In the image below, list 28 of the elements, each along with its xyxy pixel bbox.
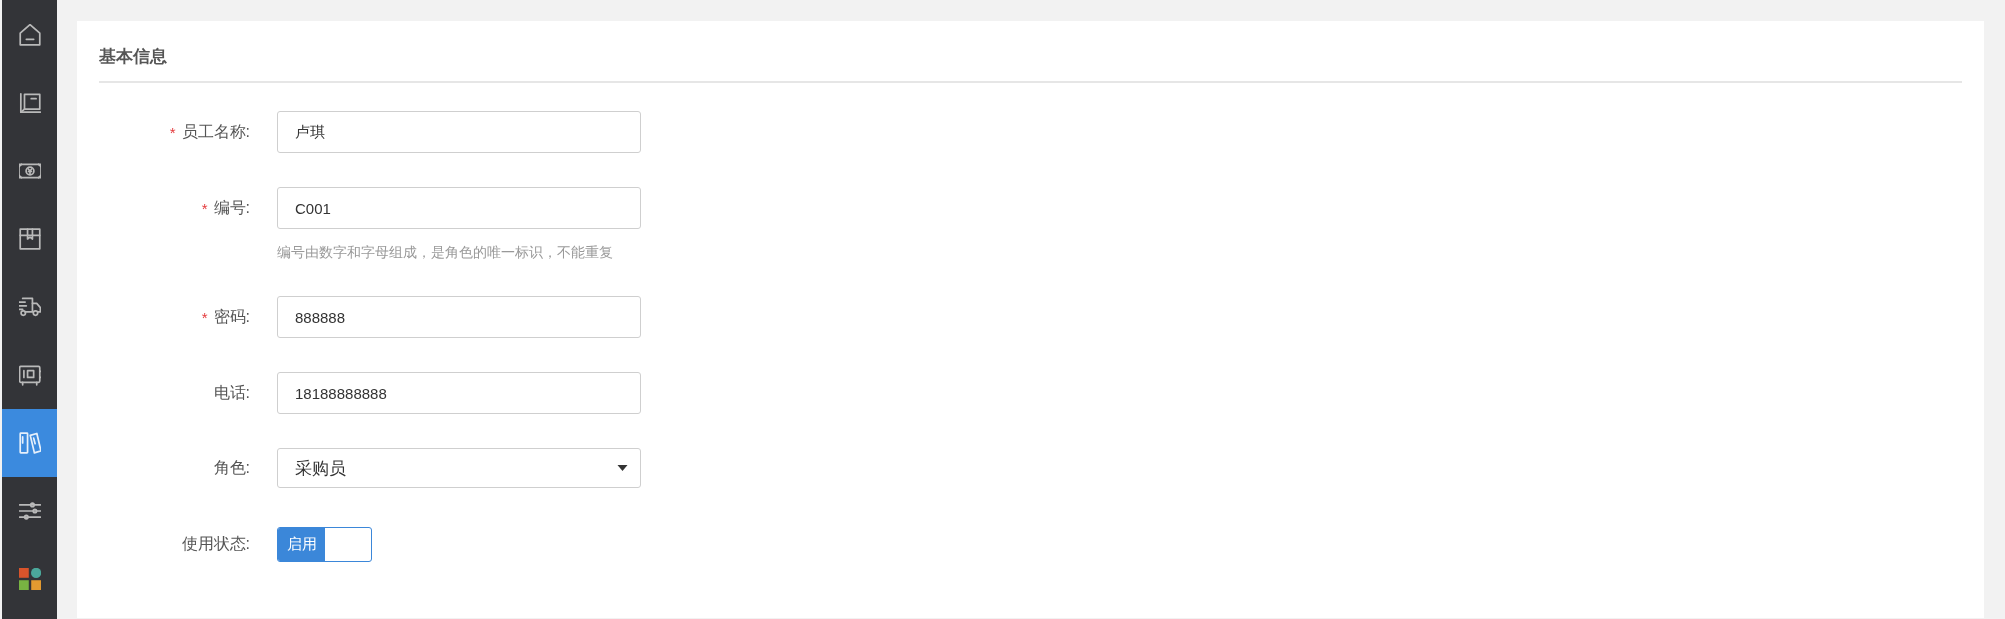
field-label: 密码: xyxy=(213,306,250,327)
truck-icon xyxy=(18,296,41,318)
text-field[interactable]: 18188888888 xyxy=(277,372,641,414)
house-icon xyxy=(18,24,41,46)
role-select[interactable]: 采购员 xyxy=(277,448,641,488)
required-asterisk: * xyxy=(201,199,208,217)
sidebar-item[interactable] xyxy=(2,409,57,477)
text-field[interactable]: 888888 xyxy=(277,296,641,338)
required-asterisk: * xyxy=(169,123,176,141)
text-field[interactable]: 卢琪 xyxy=(277,111,641,153)
box-icon xyxy=(18,228,41,250)
field-label: 编号: xyxy=(213,197,250,218)
sliders-icon xyxy=(18,500,41,522)
text-field[interactable]: C001 xyxy=(277,187,641,229)
help-text: 编号由数字和字母组成，是角色的唯一标识，不能重复 xyxy=(277,243,614,262)
field-label: 使用状态: xyxy=(181,534,250,554)
toggle-switch[interactable]: 启用 xyxy=(277,527,372,562)
banknote-icon xyxy=(18,160,41,182)
caret-icon xyxy=(617,465,628,471)
required-asterisk: * xyxy=(201,308,208,326)
binders-icon xyxy=(18,432,41,454)
safe-icon xyxy=(18,364,41,386)
field-label: 员工名称: xyxy=(181,121,250,142)
apps-icon xyxy=(18,568,41,590)
field-label: 角色: xyxy=(213,457,250,478)
field-label: 电话: xyxy=(213,382,250,403)
frame-icon xyxy=(18,92,41,114)
section-title: 基本信息 xyxy=(99,46,167,68)
